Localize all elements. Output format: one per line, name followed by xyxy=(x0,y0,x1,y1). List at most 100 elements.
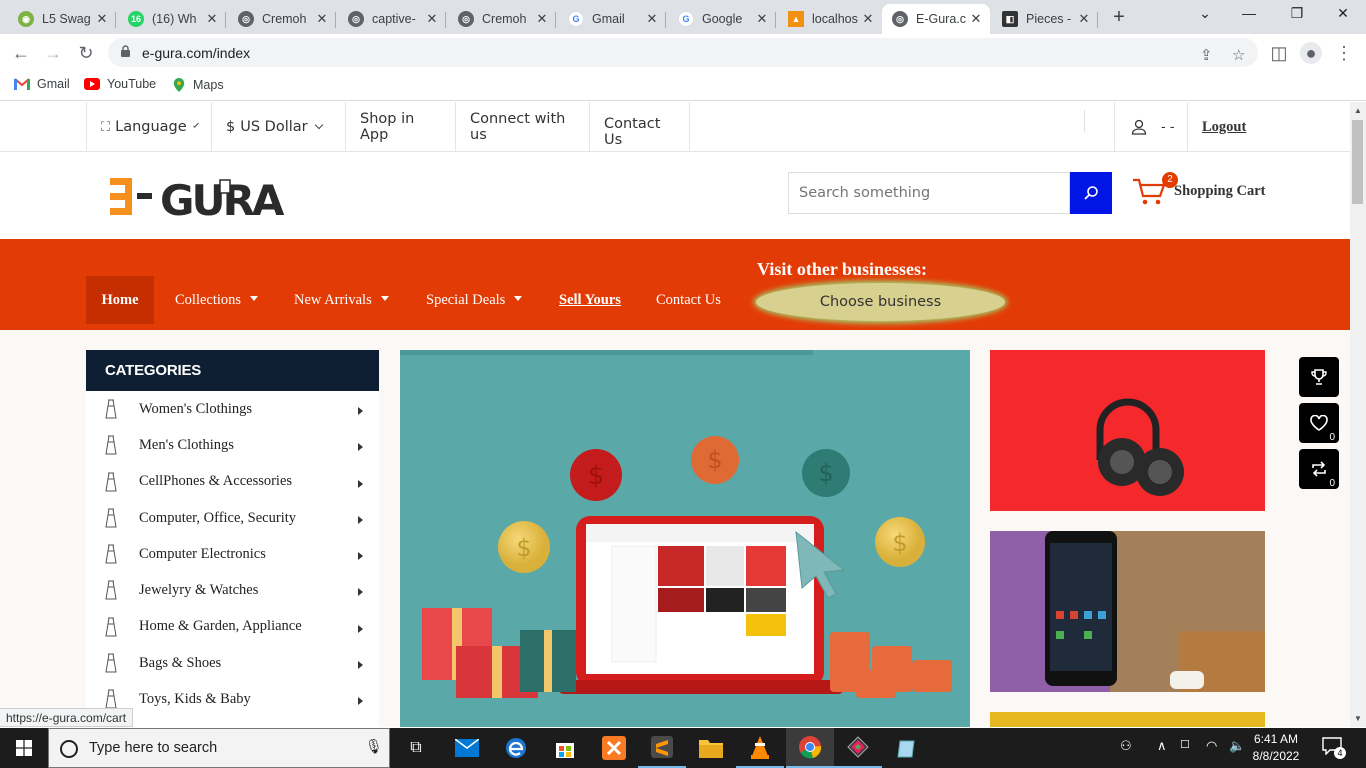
taskbar-vlc[interactable] xyxy=(736,728,784,768)
scrollbar-thumb[interactable] xyxy=(1352,120,1363,204)
window-close-icon[interactable]: ✕ xyxy=(1328,5,1358,22)
nav-special-deals[interactable]: Special Deals xyxy=(426,276,523,324)
promo-headphones[interactable] xyxy=(990,350,1265,511)
taskbar-notepad[interactable] xyxy=(883,728,931,768)
browser-tab[interactable]: ◧ Pieces - ✕ xyxy=(992,4,1098,34)
system-clock[interactable]: 6:41 AM 8/8/2022 xyxy=(1244,731,1308,765)
logout-link[interactable]: Logout xyxy=(1188,102,1268,152)
taskbar-edge[interactable] xyxy=(492,728,540,768)
taskbar-mail[interactable] xyxy=(443,728,491,768)
compare-button[interactable]: 0 xyxy=(1299,449,1339,489)
visit-businesses-label: Visit other businesses: xyxy=(757,259,928,279)
category-item[interactable]: CellPhones & Accessories xyxy=(86,464,379,500)
input-method-icon[interactable]: ☐ xyxy=(1180,738,1190,751)
choose-business-button[interactable]: Choose business xyxy=(756,283,1005,321)
close-icon[interactable]: ✕ xyxy=(644,11,660,27)
profile-avatar-icon[interactable]: ● xyxy=(1300,42,1322,64)
taskbar-sublime[interactable] xyxy=(638,728,686,768)
tab-search-icon[interactable]: ⌄ xyxy=(1190,5,1220,22)
awards-button[interactable] xyxy=(1299,357,1339,397)
url-bar[interactable]: e-gura.com/index ⇪ ☆ xyxy=(108,38,1258,67)
bookmark-maps[interactable]: Maps xyxy=(172,77,224,93)
new-tab-button[interactable]: + xyxy=(1108,6,1130,28)
close-icon[interactable]: ✕ xyxy=(968,11,984,27)
taskbar-xampp[interactable] xyxy=(590,728,638,768)
browser-tab[interactable]: G Gmail ✕ xyxy=(558,4,666,34)
taskbar-snipping[interactable] xyxy=(834,728,882,768)
user-account[interactable]: - - xyxy=(1114,102,1188,152)
taskbar-search-box[interactable]: Type here to search 🎙 xyxy=(48,728,390,768)
nav-contact-us[interactable]: Contact Us xyxy=(656,276,721,324)
browser-tab[interactable]: ◎ Cremoh ✕ xyxy=(448,4,556,34)
browser-tab[interactable]: ◎ Cremoh ✕ xyxy=(228,4,336,34)
category-item[interactable]: Women's Clothings xyxy=(86,391,379,427)
volume-icon[interactable]: 🔈 xyxy=(1229,738,1245,754)
browser-tab[interactable]: ◉ L5 Swag ✕ xyxy=(8,4,116,34)
page-scrollbar[interactable]: ▲ ▼ xyxy=(1350,102,1366,727)
svg-text:$: $ xyxy=(707,446,722,474)
close-icon[interactable]: ✕ xyxy=(94,11,110,27)
promo-smartphone[interactable] xyxy=(990,531,1265,692)
people-icon[interactable]: ⚇ xyxy=(1120,738,1132,754)
microphone-icon[interactable]: 🎙 xyxy=(365,738,383,755)
taskbar-file-explorer[interactable] xyxy=(687,728,735,768)
currency-dropdown[interactable]: $ US Dollar xyxy=(212,102,346,152)
close-icon[interactable]: ✕ xyxy=(1076,11,1092,27)
menu-kebab-icon[interactable]: ⋮ xyxy=(1333,42,1355,64)
category-item[interactable]: Men's Clothings xyxy=(86,427,379,463)
language-dropdown[interactable]: ⛶ Language xyxy=(86,102,212,152)
nav-new-arrivals[interactable]: New Arrivals xyxy=(294,276,389,324)
connect-link[interactable]: Connect with us xyxy=(456,102,590,152)
browser-tab[interactable]: 16 (16) Wh ✕ xyxy=(118,4,226,34)
youtube-icon xyxy=(84,78,100,90)
show-hidden-icons-chevron[interactable]: ∧ xyxy=(1157,738,1167,754)
close-icon[interactable]: ✕ xyxy=(754,11,770,27)
forward-icon[interactable]: → xyxy=(42,42,64,64)
shop-in-app-link[interactable]: Shop in App xyxy=(346,102,456,152)
close-icon[interactable]: ✕ xyxy=(314,11,330,27)
category-item[interactable]: Computer, Office, Security xyxy=(86,500,379,536)
wifi-icon[interactable]: ◠ xyxy=(1206,738,1217,754)
side-panel-icon[interactable]: ◫ xyxy=(1268,42,1290,64)
close-icon[interactable]: ✕ xyxy=(204,11,220,27)
nav-collections[interactable]: Collections xyxy=(175,276,259,324)
browser-tab[interactable]: G Google ✕ xyxy=(668,4,776,34)
bookmark-gmail[interactable]: Gmail xyxy=(14,77,70,91)
close-icon[interactable]: ✕ xyxy=(860,11,876,27)
site-logo[interactable]: GURA xyxy=(110,176,288,225)
search-button[interactable] xyxy=(1070,172,1112,214)
taskbar-store[interactable] xyxy=(541,728,589,768)
nav-home[interactable]: Home xyxy=(86,276,154,324)
reload-icon[interactable]: ↻ xyxy=(75,42,97,64)
category-item[interactable]: Computer Electronics xyxy=(86,536,379,572)
taskbar-chrome[interactable] xyxy=(786,728,834,768)
minimize-icon[interactable]: — xyxy=(1234,5,1264,21)
close-icon[interactable]: ✕ xyxy=(424,11,440,27)
wishlist-button[interactable]: 0 xyxy=(1299,403,1339,443)
browser-tab[interactable]: ▲ localhos ✕ xyxy=(778,4,882,34)
back-icon[interactable]: ← xyxy=(10,42,32,64)
promo-electronics[interactable] xyxy=(990,712,1265,727)
hero-banner[interactable]: $ $ $ $ $ xyxy=(400,350,970,727)
task-view-button[interactable]: ⧉ xyxy=(392,728,440,768)
contact-us-top-link[interactable]: Contact Us xyxy=(590,102,690,152)
share-icon[interactable]: ⇪ xyxy=(1200,46,1213,64)
browser-tab[interactable]: ◎ captive- ✕ xyxy=(338,4,446,34)
browser-tab-active[interactable]: ◎ E-Gura.c ✕ xyxy=(882,4,990,34)
shopping-cart[interactable]: 2 Shopping Cart xyxy=(1132,172,1265,206)
start-button[interactable] xyxy=(0,728,48,768)
search-input[interactable] xyxy=(788,172,1070,214)
category-item[interactable]: Home & Garden, Appliance xyxy=(86,609,379,645)
action-center-button[interactable]: 4 xyxy=(1322,737,1346,759)
scroll-down-icon[interactable]: ▼ xyxy=(1354,714,1362,723)
close-icon[interactable]: ✕ xyxy=(534,11,550,27)
category-item[interactable]: Bags & Shoes xyxy=(86,645,379,681)
scroll-up-icon[interactable]: ▲ xyxy=(1354,106,1362,115)
nav-sell-yours[interactable]: Sell Yours xyxy=(559,276,621,324)
bookmark-youtube[interactable]: YouTube xyxy=(84,77,156,91)
bookmark-star-icon[interactable]: ☆ xyxy=(1232,46,1245,64)
category-item[interactable]: Jewelyry & Watches xyxy=(86,572,379,608)
maximize-icon[interactable]: ❐ xyxy=(1282,5,1312,22)
tab-title: Gmail xyxy=(592,12,625,26)
chrome-icon xyxy=(799,736,822,759)
